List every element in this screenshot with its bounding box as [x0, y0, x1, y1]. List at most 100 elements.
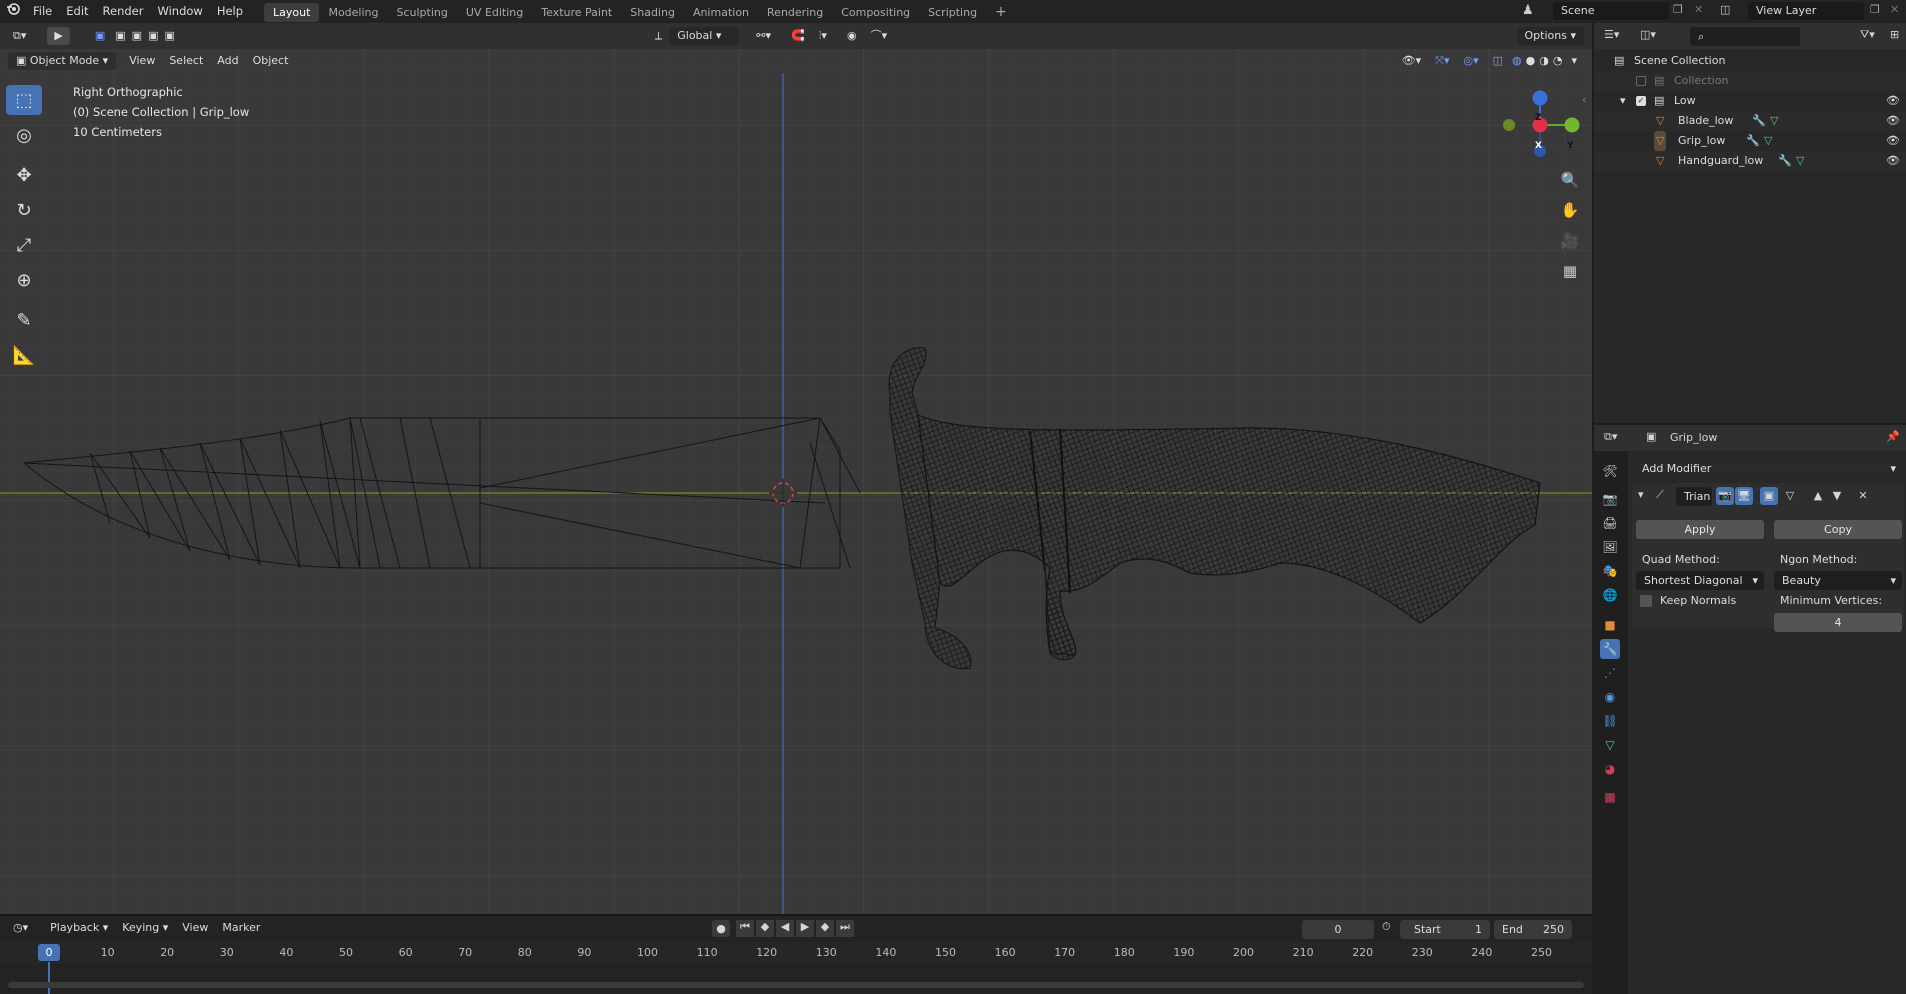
low-checkbox[interactable]: ✓	[1636, 96, 1646, 106]
tab-scripting[interactable]: Scripting	[919, 3, 986, 22]
view-layer-selector[interactable]: View Layer	[1748, 2, 1864, 20]
close-view-layer-icon[interactable]: ✕	[1890, 3, 1899, 16]
object-tab-icon[interactable]: ■	[1600, 615, 1620, 635]
current-frame-field[interactable]: 0	[1302, 920, 1374, 939]
remove-modifier-icon[interactable]: ✕	[1854, 487, 1872, 505]
show-editmode-icon[interactable]: ▣	[1760, 487, 1778, 505]
data-tab-icon[interactable]: ▽	[1600, 735, 1620, 755]
move-down-icon[interactable]: ▼	[1828, 487, 1846, 505]
prev-keyframe-icon[interactable]: ◆	[756, 920, 774, 937]
view-layer-tab-icon[interactable]: 🖼	[1600, 537, 1620, 557]
shading-wireframe-icon[interactable]: ◍	[1510, 52, 1524, 70]
quad-method-dropdown[interactable]: Shortest Diagonal ▾	[1636, 571, 1764, 590]
jump-start-icon[interactable]: ⏮	[736, 920, 754, 937]
sidebar-toggle-icon[interactable]: ‹	[1582, 93, 1586, 106]
shading-solid-icon[interactable]: ●	[1524, 52, 1538, 70]
options-dropdown[interactable]: Options ▾	[1516, 27, 1584, 45]
scene-tab-icon[interactable]: 🎭	[1600, 561, 1620, 581]
rotate-tool-icon[interactable]: ↻	[6, 195, 42, 225]
menu-file[interactable]: File	[26, 0, 59, 23]
outliner-row-scene-collection[interactable]: ▤ Scene Collection	[1594, 51, 1906, 71]
new-collection-icon[interactable]: ⊞	[1890, 28, 1899, 41]
mesh-data-icon[interactable]: ▽	[1770, 111, 1778, 131]
outliner-row-handguard-low[interactable]: ▽ Handguard_low 🔧 ▽ 👁	[1594, 151, 1906, 171]
menu-help[interactable]: Help	[210, 0, 250, 23]
menu-timeline-view[interactable]: View	[175, 919, 215, 937]
select-tool-icon[interactable]: ⬚	[6, 85, 42, 115]
mesh-data-icon[interactable]: ▽	[1796, 151, 1804, 171]
tab-animation[interactable]: Animation	[684, 3, 758, 22]
menu-window[interactable]: Window	[150, 0, 209, 23]
menu-object[interactable]: Object	[246, 52, 296, 70]
tab-texture-paint[interactable]: Texture Paint	[532, 3, 621, 22]
annotate-tool-icon[interactable]: ✎	[6, 305, 42, 335]
world-tab-icon[interactable]: 🌐	[1600, 585, 1620, 605]
timeline-editor-icon[interactable]: ◷▾	[6, 919, 35, 937]
snap-target-icon[interactable]: ⫶▾	[812, 27, 834, 45]
proportional-editing-icon[interactable]: ◉	[840, 27, 864, 45]
scene-icon[interactable]: ♟	[1522, 3, 1534, 18]
low-visibility-eye-icon[interactable]: 👁	[1886, 91, 1900, 111]
timeline-scrollbar[interactable]	[8, 982, 1584, 988]
view-layer-icon[interactable]: ◫	[1720, 3, 1730, 16]
cursor-tool-icon[interactable]: ◎	[6, 120, 42, 150]
physics-tab-icon[interactable]: ◉	[1600, 687, 1620, 707]
mesh-data-icon[interactable]: ▽	[1764, 131, 1772, 151]
3d-viewport[interactable]: Z Y X ⧉▾ ▶ ▣ ▣ ▣ ▣ ▣ ⟂ Global ▾ ⚯▾ 🧲 ⫶▾ …	[0, 23, 1592, 914]
falloff-icon[interactable]: ⌒▾	[864, 27, 895, 45]
blade-low-visibility-eye-icon[interactable]: 👁	[1886, 111, 1900, 131]
snap-icon[interactable]: 🧲	[784, 27, 812, 45]
menu-playback[interactable]: Playback ▾	[43, 919, 115, 937]
menu-select[interactable]: Select	[162, 52, 210, 70]
select-box-icon[interactable]: ▶	[47, 27, 70, 45]
menu-render[interactable]: Render	[96, 0, 151, 23]
gizmo-toggle-icon[interactable]: ⤧▾	[1428, 52, 1456, 70]
copy-scene-icon[interactable]: ❐	[1673, 3, 1683, 16]
timeline-ruler[interactable]: 10 20 30 40 50 60 70 80 90 100 110 120 130 140 150 160 1…	[0, 942, 1592, 964]
show-render-icon[interactable]: 📷	[1716, 487, 1734, 505]
tool-tab-icon[interactable]: 🛠	[1600, 461, 1620, 481]
tab-uv-editing[interactable]: UV Editing	[457, 3, 532, 22]
render-tab-icon[interactable]: 📷	[1600, 489, 1620, 509]
xray-toggle-icon[interactable]: ◫	[1486, 52, 1510, 70]
ngon-method-dropdown[interactable]: Beauty ▾	[1774, 571, 1902, 590]
camera-view-icon[interactable]: 🎥	[1557, 228, 1583, 254]
show-viewport-icon[interactable]: 🖥	[1735, 487, 1753, 505]
show-cage-icon[interactable]: ▽	[1781, 487, 1799, 505]
measure-tool-icon[interactable]: 📐	[6, 340, 42, 370]
overlays-toggle-icon[interactable]: ◎▾	[1457, 52, 1486, 70]
selection-mode-extend-icon[interactable]: ▣	[112, 27, 128, 45]
end-frame-field[interactable]: End 250	[1494, 920, 1572, 939]
outliner-editor-icon[interactable]: ☰▾	[1604, 28, 1619, 41]
menu-add[interactable]: Add	[210, 52, 245, 70]
material-tab-icon[interactable]: ◕	[1600, 759, 1620, 779]
keep-normals-checkbox[interactable]	[1640, 595, 1652, 607]
display-mode-icon[interactable]: ◫▾	[1640, 28, 1656, 41]
record-button[interactable]: ●	[712, 920, 730, 937]
close-scene-icon[interactable]: ✕	[1694, 3, 1703, 16]
play-reverse-icon[interactable]: ◀	[776, 920, 794, 937]
pin-icon[interactable]: 📌	[1886, 430, 1900, 443]
tab-compositing[interactable]: Compositing	[832, 3, 919, 22]
blender-logo-icon[interactable]	[0, 0, 26, 23]
tab-modeling[interactable]: Modeling	[319, 3, 387, 22]
collection-checkbox[interactable]	[1636, 76, 1646, 86]
menu-edit[interactable]: Edit	[59, 0, 95, 23]
tab-shading[interactable]: Shading	[621, 3, 684, 22]
menu-view[interactable]: View	[122, 52, 162, 70]
selection-mode-intersect-icon[interactable]: ▣	[161, 27, 177, 45]
move-up-icon[interactable]: ▲	[1809, 487, 1827, 505]
mode-dropdown[interactable]: ▣ Object Mode ▾	[8, 52, 117, 70]
shading-options-icon[interactable]: ▾	[1564, 52, 1584, 70]
particles-tab-icon[interactable]: ⋰	[1600, 663, 1620, 683]
output-tab-icon[interactable]: 🖨	[1600, 513, 1620, 533]
scene-selector[interactable]: Scene	[1553, 2, 1669, 20]
add-workspace-button[interactable]: +	[986, 3, 1016, 22]
move-tool-icon[interactable]: ✥	[6, 160, 42, 190]
ortho-grid-icon[interactable]: ▦	[1557, 258, 1583, 284]
outliner-row-low[interactable]: ▾ ✓ ▤ Low 👁	[1594, 91, 1906, 111]
collapse-arrow-icon[interactable]: ▾	[1638, 488, 1644, 501]
handguard-low-visibility-eye-icon[interactable]: 👁	[1886, 151, 1900, 171]
shading-rendered-icon[interactable]: ◔	[1551, 52, 1565, 70]
expand-arrow-icon[interactable]: ▾	[1620, 91, 1626, 111]
